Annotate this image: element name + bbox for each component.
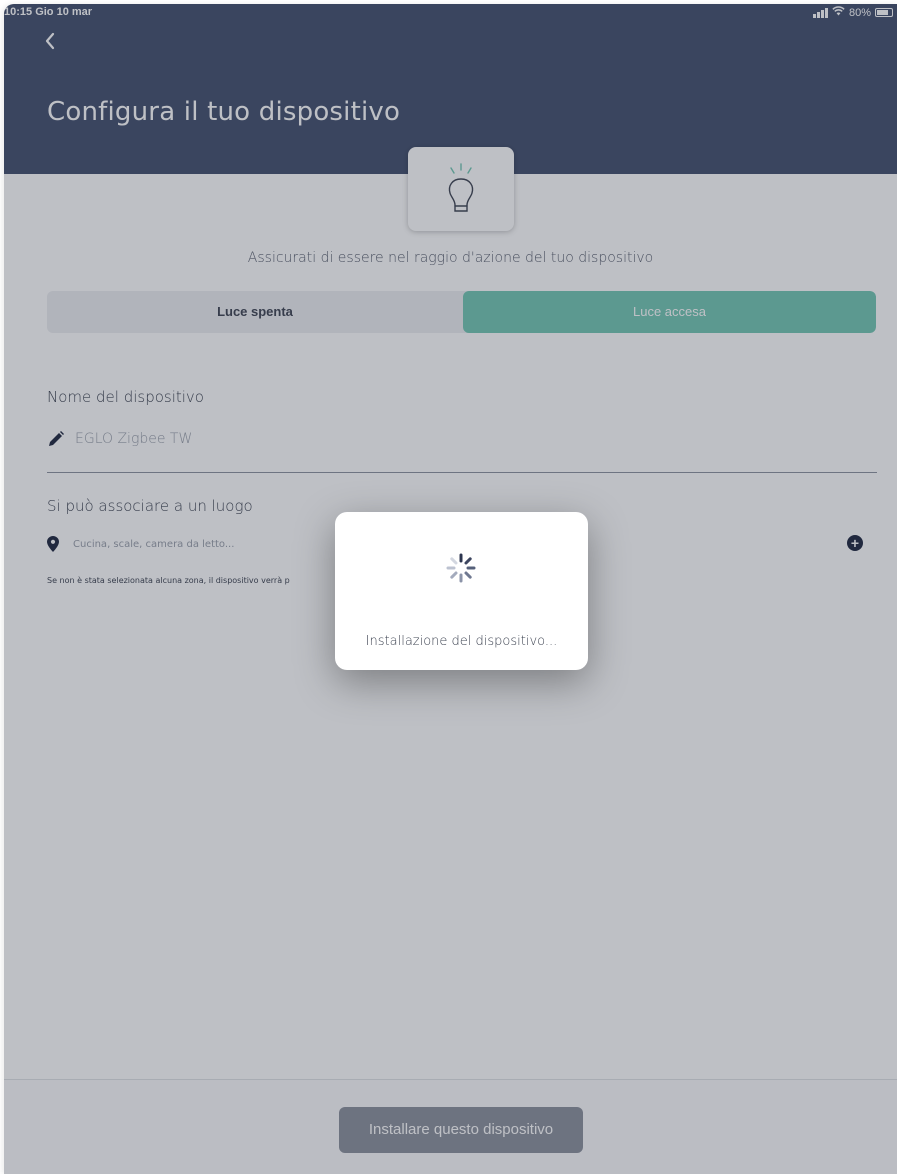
app-window: 10:15 Gio 10 mar 80% Configura il tuo di… — [4, 4, 897, 1174]
loading-message: Installazione del dispositivo... — [365, 634, 558, 649]
spinner-icon — [446, 553, 476, 583]
loading-dialog: Installazione del dispositivo... — [335, 512, 588, 670]
